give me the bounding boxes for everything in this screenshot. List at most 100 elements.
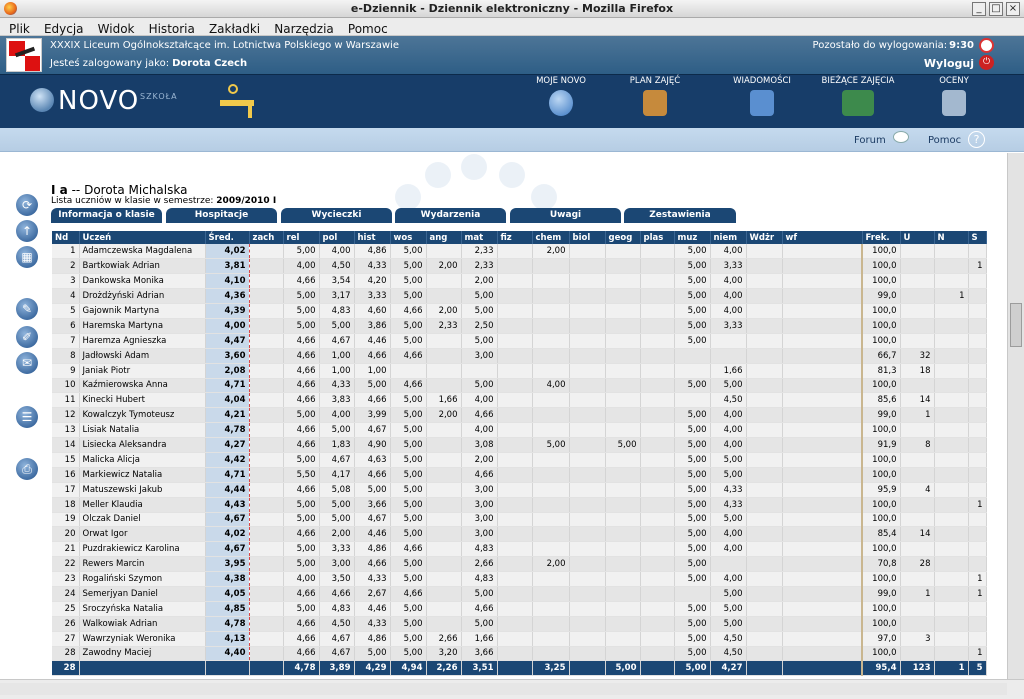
column-header[interactable]: S: [968, 231, 987, 244]
student-name[interactable]: Kaźmierowska Anna: [79, 378, 206, 394]
column-header[interactable]: wos: [390, 231, 427, 244]
student-name[interactable]: Olczak Daniel: [79, 512, 206, 528]
student-name[interactable]: Drożdżyński Adrian: [79, 288, 206, 305]
column-header[interactable]: geog: [605, 231, 641, 244]
table-row[interactable]: 24 Semerjyan Daniel 4,05 4,66 4,66 2,67 4,66 5,…: [52, 586, 987, 602]
student-name[interactable]: Wawrzyniak Weronika: [79, 631, 206, 647]
table-row[interactable]: 27 Wawrzyniak Weronika 4,13 4,66 4,67 4,86 5,0…: [52, 631, 987, 647]
tab-informacja-o-klasie[interactable]: Informacja o klasie: [51, 208, 162, 223]
table-row[interactable]: 9 Janiak Piotr 2,08 4,66 1,00 1,00 1,66 81,3 18: [52, 363, 987, 379]
tab-wycieczki[interactable]: Wycieczki: [281, 208, 392, 223]
table-row[interactable]: 22 Rewers Marcin 3,95 5,00 3,00 4,66 5,00 2,66 2…: [52, 556, 987, 573]
table-row[interactable]: 7 Haremza Agnieszka 4,47 4,66 4,67 4,46 5,00 5,…: [52, 333, 987, 349]
student-name[interactable]: Meller Klaudia: [79, 497, 206, 513]
student-name[interactable]: Sroczyńska Natalia: [79, 601, 206, 617]
table-row[interactable]: 25 Sroczyńska Natalia 4,85 5,00 4,83 4,46 5,00…: [52, 601, 987, 617]
student-name[interactable]: Malicka Alicja: [79, 452, 206, 468]
menu-historia[interactable]: Historia: [149, 22, 195, 36]
table-row[interactable]: 18 Meller Klaudia 4,43 5,00 5,00 3,66 5,00 3,00…: [52, 497, 987, 513]
column-header[interactable]: ang: [426, 231, 462, 244]
minimize-button[interactable]: _: [972, 2, 986, 16]
vertical-scrollbar[interactable]: [1007, 153, 1024, 679]
student-name[interactable]: Rogaliński Szymon: [79, 571, 206, 587]
student-name[interactable]: Markiewicz Natalia: [79, 467, 206, 483]
nav-plan-zajec[interactable]: PLAN ZAJĘĆ: [626, 76, 684, 116]
student-name[interactable]: Bartkowiak Adrian: [79, 258, 206, 275]
student-name[interactable]: Haremza Agnieszka: [79, 333, 206, 349]
student-name[interactable]: Orwat Igor: [79, 526, 206, 543]
table-row[interactable]: 26 Walkowiak Adrian 4,78 4,66 4,50 4,33 5,00 5,…: [52, 616, 987, 632]
student-name[interactable]: Walkowiak Adrian: [79, 616, 206, 632]
student-name[interactable]: Kowalczyk Tymoteusz: [79, 407, 206, 424]
column-header[interactable]: wf: [782, 231, 863, 244]
forum-link[interactable]: Forum: [854, 135, 886, 146]
column-header[interactable]: Uczeń: [79, 231, 206, 244]
column-header[interactable]: Nd: [52, 231, 80, 244]
column-header[interactable]: mat: [461, 231, 498, 244]
tab-uwagi[interactable]: Uwagi: [510, 208, 621, 223]
table-row[interactable]: 11 Kinecki Hubert 4,04 4,66 3,83 4,66 5,00 1,66…: [52, 392, 987, 409]
column-header[interactable]: plas: [640, 231, 675, 244]
maximize-button[interactable]: □: [989, 2, 1003, 16]
horizontal-scrollbar[interactable]: [0, 683, 1007, 695]
student-name[interactable]: Zawodny Maciej: [79, 646, 206, 662]
refresh-icon[interactable]: ⟳: [16, 194, 38, 216]
table-row[interactable]: 6 Haremska Martyna 4,00 5,00 5,00 3,86 5,00 2,3…: [52, 318, 987, 334]
table-row[interactable]: 17 Matuszewski Jakub 4,44 4,66 5,08 5,00 5,00 3…: [52, 482, 987, 498]
column-header[interactable]: U: [900, 231, 935, 244]
nav-oceny[interactable]: OCENY: [934, 76, 974, 116]
power-icon[interactable]: ⏻: [979, 55, 994, 70]
table-row[interactable]: 12 Kowalczyk Tymoteusz 4,21 5,00 4,00 3,99 5,0…: [52, 407, 987, 424]
student-name[interactable]: Lisiecka Aleksandra: [79, 437, 206, 453]
column-header[interactable]: pol: [319, 231, 355, 244]
tab-hospitacje[interactable]: Hospitacje: [166, 208, 277, 223]
nav-wiadomosci[interactable]: WIADOMOŚCI: [731, 76, 793, 116]
scrollbar-thumb[interactable]: [1010, 303, 1022, 347]
table-row[interactable]: 28 Zawodny Maciej 4,40 4,66 4,67 5,00 5,00 3,20…: [52, 646, 987, 662]
student-name[interactable]: Puzdrakiewicz Karolina: [79, 541, 206, 558]
nav-moje-novo[interactable]: MOJE NOVO: [533, 76, 589, 116]
chat-bubble-icon[interactable]: [893, 131, 909, 143]
column-header[interactable]: fiz: [497, 231, 533, 244]
table-row[interactable]: 4 Drożdżyński Adrian 4,36 5,00 3,17 3,33 5,00 5…: [52, 288, 987, 305]
menu-widok[interactable]: Widok: [98, 22, 135, 36]
menu-edycja[interactable]: Edycja: [44, 22, 84, 36]
pencil-icon[interactable]: ✎: [16, 298, 38, 320]
column-header[interactable]: Śred.: [205, 231, 250, 244]
table-row[interactable]: 2 Bartkowiak Adrian 3,81 4,00 4,50 4,33 5,00 2,…: [52, 258, 987, 275]
column-header[interactable]: Frek.: [862, 231, 901, 244]
table-row[interactable]: 20 Orwat Igor 4,02 4,66 2,00 4,46 5,00 3,00 5,00…: [52, 526, 987, 543]
print-icon[interactable]: ⎙: [16, 458, 38, 480]
student-name[interactable]: Adamczewska Magdalena: [79, 244, 206, 260]
student-name[interactable]: Janiak Piotr: [79, 363, 206, 379]
table-row[interactable]: 23 Rogaliński Szymon 4,38 4,00 3,50 4,33 5,00 4…: [52, 571, 987, 587]
up-arrow-icon[interactable]: ↑: [16, 220, 38, 242]
table-row[interactable]: 3 Dankowska Monika 4,10 4,66 3,54 4,20 5,00 2,0…: [52, 273, 987, 290]
table-row[interactable]: 8 Jadłowski Adam 3,60 4,66 1,00 4,66 4,66 3,00 6…: [52, 348, 987, 364]
table-row[interactable]: 14 Lisiecka Aleksandra 4,27 4,66 1,83 4,90 5,0…: [52, 437, 987, 453]
table-row[interactable]: 21 Puzdrakiewicz Karolina 4,67 5,00 3,33 4,86…: [52, 541, 987, 558]
table-row[interactable]: 10 Kaźmierowska Anna 4,71 4,66 4,33 5,00 4,66 5…: [52, 378, 987, 394]
menu-pomoc[interactable]: Pomoc: [348, 22, 388, 36]
menu-plik[interactable]: Plik: [9, 22, 30, 36]
column-header[interactable]: niem: [710, 231, 747, 244]
menu-narzedzia[interactable]: Narzędzia: [274, 22, 334, 36]
student-name[interactable]: Matuszewski Jakub: [79, 482, 206, 498]
logout-link[interactable]: Wyloguj: [924, 57, 974, 70]
student-name[interactable]: Semerjyan Daniel: [79, 586, 206, 602]
table-row[interactable]: 1 Adamczewska Magdalena 4,02 5,00 4,00 4,86 5,…: [52, 244, 987, 260]
student-name[interactable]: Lisiak Natalia: [79, 422, 206, 439]
table-row[interactable]: 13 Lisiak Natalia 4,78 4,66 5,00 4,67 5,00 4,00…: [52, 422, 987, 439]
notes-icon[interactable]: ☰: [16, 406, 38, 428]
table-row[interactable]: 15 Malicka Alicja 4,42 5,00 4,67 4,63 5,00 2,00…: [52, 452, 987, 468]
calendar-icon[interactable]: ▦: [16, 246, 38, 268]
tab-zestawienia[interactable]: Zestawienia: [624, 208, 736, 223]
column-header[interactable]: N: [934, 231, 969, 244]
student-name[interactable]: Kinecki Hubert: [79, 392, 206, 409]
table-row[interactable]: 16 Markiewicz Natalia 4,71 5,50 4,17 4,66 5,00…: [52, 467, 987, 483]
help-icon[interactable]: ?: [968, 131, 985, 148]
student-name[interactable]: Jadłowski Adam: [79, 348, 206, 364]
close-button[interactable]: ×: [1006, 2, 1020, 16]
tab-wydarzenia[interactable]: Wydarzenia: [395, 208, 506, 223]
edit-icon[interactable]: ✐: [16, 326, 38, 348]
